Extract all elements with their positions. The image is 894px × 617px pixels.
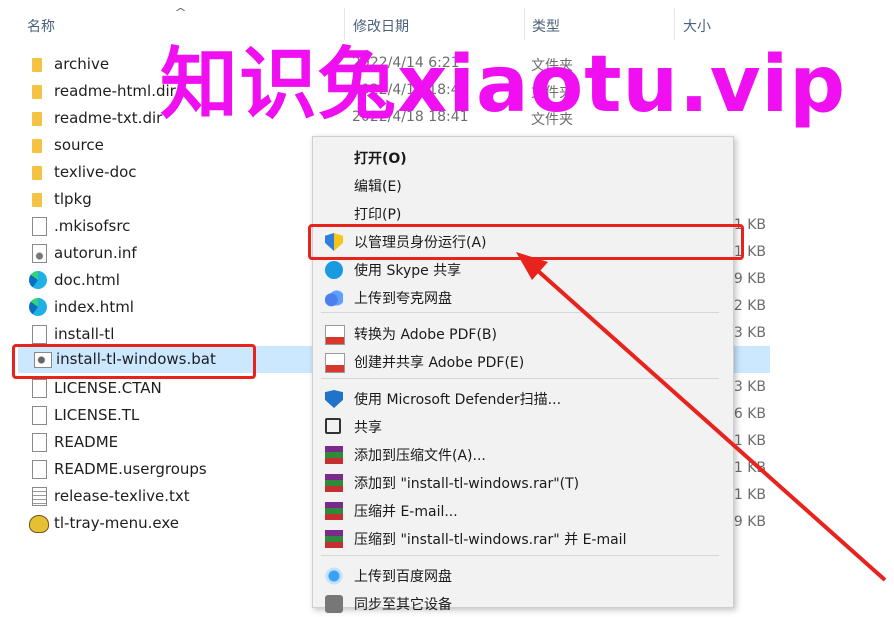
menu-item-label: 使用 Skype 共享 (354, 263, 462, 279)
file-size: 3 KB (733, 379, 766, 395)
highlight-box-selected-file (12, 344, 256, 379)
file-icon (32, 433, 47, 452)
menu-item[interactable]: 压缩到 "install-tl-windows.rar" 并 E-mail (313, 526, 733, 552)
file-icon (32, 325, 47, 344)
text-file-icon (32, 487, 47, 506)
skype-icon (325, 261, 343, 279)
file-name: autorun.inf (54, 244, 137, 262)
adobe-pdf-share-icon (325, 353, 345, 373)
folder-icon (32, 58, 42, 72)
folder-icon (32, 139, 42, 153)
file-name: tlpkg (54, 190, 92, 208)
menu-separator (321, 312, 719, 313)
sync-icon (325, 595, 343, 613)
file-name: release-texlive.txt (54, 487, 190, 505)
menu-item[interactable]: 同步至其它设备 (313, 591, 733, 617)
file-icon (32, 406, 47, 425)
menu-item-label: 创建并共享 Adobe PDF(E) (354, 355, 525, 371)
file-size: 9 KB (733, 514, 766, 530)
file-size: 6 KB (733, 406, 766, 422)
menu-item[interactable]: 压缩并 E-mail... (313, 498, 733, 524)
file-name: source (54, 136, 104, 154)
winrar-icon (325, 446, 343, 464)
menu-item[interactable]: 上传到百度网盘 (313, 563, 733, 589)
context-menu: 打开(O) 编辑(E) 打印(P) 以管理员身份运行(A) 使用 Skype 共享 上传到… (312, 136, 734, 613)
baidu-cloud-icon (325, 567, 343, 585)
menu-item[interactable]: 添加到 "install-tl-windows.rar"(T) (313, 470, 733, 496)
menu-item-label: 使用 Microsoft Defender扫描... (354, 392, 562, 408)
menu-item-label: 上传到百度网盘 (354, 569, 452, 585)
file-size: 1 KB (733, 460, 766, 476)
file-size: 9 KB (733, 271, 766, 287)
folder-icon (32, 112, 42, 126)
menu-item-label: 压缩到 "install-tl-windows.rar" 并 E-mail (354, 532, 627, 548)
menu-item[interactable]: 使用 Microsoft Defender扫描... (313, 386, 733, 412)
watermark: 知识兔xiaotu.vip (160, 40, 847, 130)
menu-separator (321, 555, 719, 556)
share-icon (325, 418, 341, 434)
menu-item[interactable]: 共享 (313, 414, 733, 440)
file-size: 1 KB (733, 487, 766, 503)
menu-item-label: 添加到 "install-tl-windows.rar"(T) (354, 476, 580, 492)
file-name: README (54, 433, 119, 451)
file-name: doc.html (54, 271, 120, 289)
menu-item-label: 编辑(E) (354, 179, 402, 195)
edge-icon (29, 271, 47, 289)
highlight-box-run-as-admin (308, 224, 744, 260)
menu-item[interactable]: 打开(O) (313, 145, 733, 171)
menu-separator (321, 378, 719, 379)
menu-item-label: 打开(O) (354, 151, 407, 167)
winrar-icon (325, 474, 343, 492)
sort-ascending-icon: ^ (174, 6, 188, 19)
defender-icon (325, 390, 343, 408)
file-icon (32, 460, 47, 479)
file-size: 1 KB (733, 433, 766, 449)
menu-item-label: 压缩并 E-mail... (354, 504, 458, 520)
winrar-icon (325, 530, 343, 548)
file-name: .mkisofsrc (54, 217, 131, 235)
folder-icon (32, 193, 42, 207)
folder-icon (32, 85, 42, 99)
menu-item-label: 添加到压缩文件(A)... (354, 448, 486, 464)
file-size: 3 KB (733, 325, 766, 341)
menu-item[interactable]: 使用 Skype 共享 (313, 257, 733, 283)
file-name: archive (54, 55, 110, 73)
menu-item[interactable]: 编辑(E) (313, 173, 733, 199)
adobe-pdf-icon (325, 325, 345, 345)
file-name: index.html (54, 298, 134, 316)
file-icon (32, 379, 47, 398)
menu-item[interactable]: 转换为 Adobe PDF(B) (313, 321, 733, 347)
file-name: README.usergroups (54, 460, 207, 478)
menu-item[interactable]: 上传到夸克网盘 (313, 285, 733, 311)
winrar-icon (325, 502, 343, 520)
menu-item-label: 转换为 Adobe PDF(B) (354, 327, 497, 343)
file-name: readme-html.dir (54, 82, 176, 100)
menu-item-label: 同步至其它设备 (354, 597, 452, 613)
file-size: 2 KB (733, 298, 766, 314)
menu-item[interactable]: 添加到压缩文件(A)... (313, 442, 733, 468)
file-icon (32, 217, 47, 236)
settings-file-icon (32, 244, 47, 263)
file-name: LICENSE.TL (54, 406, 140, 424)
menu-item-label: 打印(P) (354, 207, 402, 223)
menu-item-label: 上传到夸克网盘 (354, 291, 452, 307)
exe-icon (29, 515, 49, 533)
file-name: LICENSE.CTAN (54, 379, 162, 397)
menu-item[interactable]: 创建并共享 Adobe PDF(E) (313, 349, 733, 375)
file-name: install-tl (54, 325, 115, 343)
cloud-icon (325, 289, 343, 307)
file-name: tl-tray-menu.exe (54, 514, 179, 532)
menu-item-label: 共享 (354, 420, 382, 436)
file-name: texlive-doc (54, 163, 137, 181)
column-name[interactable]: 名称 (27, 16, 55, 36)
edge-icon (29, 298, 47, 316)
file-name: readme-txt.dir (54, 109, 163, 127)
folder-icon (32, 166, 42, 180)
